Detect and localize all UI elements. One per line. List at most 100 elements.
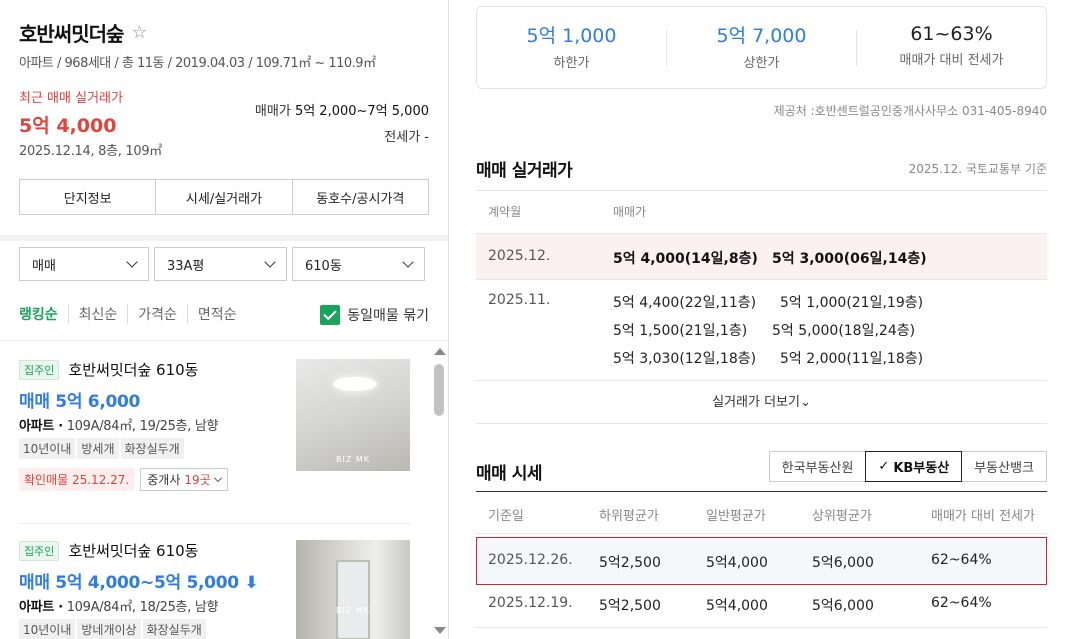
listing-panel: 호반써밋더숲 ☆ 아파트 / 968세대 / 총 11동 / 2019.04.0… [0, 0, 449, 639]
market-row: 2025.12.26. 5억2,500 5억4,000 5억6,000 62~6… [476, 537, 1047, 585]
data-provider: 제공처 :호반센트럴공인중개사사무소 031-405-8940 [773, 104, 1047, 118]
col-header-low: 하위평균가 [599, 509, 659, 524]
base-date: 2025.12.26. [488, 552, 573, 568]
confirmed-badge: 확인매물 25.12.27. [19, 468, 135, 491]
chevron-down-icon [402, 256, 414, 268]
recent-price-label: 최근 매매 실거래가 [19, 91, 123, 106]
complex-tabs: 단지정보 시세/실거래가 동호수/공시가격 [19, 179, 429, 215]
transaction-price: 5억 4,400(22일,11층) [613, 295, 757, 311]
tab-budongsanbank[interactable]: 부동산뱅크 [961, 451, 1047, 482]
complex-info: 아파트 / 968세대 / 총 11동 / 2019.04.03 / 109.7… [19, 56, 376, 71]
avg-price: 5억4,000 [706, 555, 768, 571]
sort-ranking[interactable]: 랭킹순 [19, 304, 69, 324]
trade-type-value: 매매 [32, 258, 56, 274]
listing-item[interactable]: 집주인 호반써밋더숲 610동 매매 5억 6,000 아파트 · 109A/8… [19, 359, 411, 509]
more-label: 실거래가 더보기 [712, 395, 800, 410]
divider [476, 491, 1047, 492]
window [336, 560, 370, 639]
photo-watermark: BIZ MK [335, 455, 371, 464]
listing-item[interactable]: 집주인 호반써밋더숲 610동 매매 5억 4,000~5억 5,000 ⬇ 아… [19, 540, 411, 639]
group-same-listings[interactable]: 동일매물 묶기 [320, 305, 429, 325]
transaction-price: 5억 3,000(06일,14층) [772, 251, 927, 267]
col-header-high: 상위평균가 [812, 509, 872, 524]
tag: 10년이내 [19, 438, 76, 459]
source-tabs: 한국부동산원 KB부동산 부동산뱅크 [768, 451, 1047, 482]
transaction-row: 2025.11. 5억 4,400(22일,11층) 5억 1,000(21일,… [476, 280, 1047, 380]
spec-detail: 109A/84㎡, 18/25층, 남향 [66, 600, 219, 615]
listing-photo[interactable]: BIZ MK [296, 540, 410, 639]
recent-price: 5억 4,000 [19, 115, 117, 137]
sort-options: 랭킹순 최신순 가격순 면적순 [19, 304, 247, 324]
area-select[interactable]: 33A평 [154, 247, 287, 281]
high-price-label: 상한가 [743, 55, 780, 71]
price-range: 매매 5억 4,000~5억 5,000 [19, 573, 239, 593]
sort-price[interactable]: 가격순 [128, 304, 188, 324]
base-date: 2025.12.19. [488, 595, 573, 611]
listing-spec: 아파트 · 109A/84㎡, 18/25층, 남향 [19, 596, 219, 615]
spec-detail: 109A/84㎡, 19/25층, 남향 [66, 419, 219, 434]
tab-market-price[interactable]: 시세/실거래가 [156, 180, 293, 214]
high-avg-price: 5억6,000 [812, 598, 874, 614]
listing-footer: 확인매물 25.12.27. 중개사 19곳 [19, 468, 228, 491]
section-title: 매매 실거래가 [476, 161, 573, 181]
chevron-down-icon [126, 256, 138, 268]
star-icon[interactable]: ☆ [131, 22, 147, 43]
tab-complex-info[interactable]: 단지정보 [20, 180, 157, 214]
col-header-avg: 일반평균가 [706, 509, 766, 524]
chevron-down-icon: ⌄ [799, 395, 811, 410]
high-price-col: 5억 7,000 상한가 [667, 25, 857, 71]
chevron-down-icon [213, 473, 222, 483]
col-header-month: 계약월 [488, 205, 522, 219]
group-label: 동일매물 묶기 [347, 308, 429, 324]
tab-unit-public-price[interactable]: 동호수/공시가격 [293, 180, 428, 214]
source-note: 2025.12. 국토교통부 기준 [908, 162, 1047, 176]
complex-name: 호반써밋더숲 [19, 22, 124, 46]
divider [0, 340, 448, 341]
trade-range: 5억 2,000~7억 5,000 [294, 104, 429, 119]
agent-label: 중개사 [147, 473, 181, 487]
jeonse-price: 전세가 - [384, 130, 429, 145]
col-header-date: 기준일 [488, 509, 524, 524]
recent-date: 2025.12.14, 8층, 109㎡ [19, 144, 163, 159]
tag: 화장실두개 [120, 438, 184, 459]
high-avg-price: 5억6,000 [812, 555, 874, 571]
transaction-price: 5억 1,500(21일,1층) [613, 323, 748, 339]
trade-label: 매매가 [254, 104, 291, 119]
scroll-thumb[interactable] [434, 364, 444, 416]
checkbox-checked-icon[interactable] [320, 305, 341, 325]
trade-type-select[interactable]: 매매 [19, 247, 149, 281]
transaction-price: 5억 4,000(14일,8층) [613, 251, 758, 267]
down-arrow-icon: ⬇ [244, 573, 259, 593]
tab-kb[interactable]: KB부동산 [865, 451, 963, 482]
building-select[interactable]: 610동 [292, 247, 425, 281]
listing-photo[interactable]: BIZ MK [296, 359, 410, 471]
low-price-label: 하한가 [553, 55, 590, 71]
scroll-up-arrow-icon[interactable] [434, 348, 446, 355]
price-summary: 5억 1,000 하한가 5억 7,000 상한가 61~63% 매매가 대비 … [476, 6, 1047, 89]
low-price-col: 5억 1,000 하한가 [477, 25, 667, 71]
jeonse-ratio: 62~64% [931, 595, 992, 611]
trade-price-range: 매매가 5억 2,000~7억 5,000 [255, 100, 429, 119]
divider [476, 423, 1047, 424]
sort-latest[interactable]: 최신순 [69, 304, 129, 324]
agent-dropdown[interactable]: 중개사 19곳 [140, 468, 228, 491]
tab-kab[interactable]: 한국부동산원 [768, 451, 867, 482]
more-transactions-button[interactable]: 실거래가 더보기⌄ [476, 391, 1047, 410]
col-header-price: 매매가 [613, 205, 647, 219]
low-avg-price: 5억2,500 [599, 598, 661, 614]
low-avg-price: 5억2,500 [599, 555, 661, 571]
ceiling-light [333, 377, 377, 391]
scroll-down-arrow-icon[interactable] [434, 627, 446, 634]
low-price-value: 5억 1,000 [526, 24, 617, 47]
listing-title: 호반써밋더숲 610동 [68, 361, 199, 379]
divider [476, 533, 1047, 534]
jeonse-ratio-col: 61~63% 매매가 대비 전세가 [857, 23, 1046, 68]
section-title: 매매 시세 [476, 464, 542, 484]
feature-tags: 10년이내 방세개 화장실두개 [19, 438, 184, 459]
divider [0, 235, 448, 241]
divider [19, 523, 411, 524]
list-scrollbar[interactable] [432, 346, 446, 639]
listing-title: 호반써밋더숲 610동 [68, 542, 199, 560]
listing-price: 매매 5억 4,000~5억 5,000 ⬇ [19, 568, 259, 593]
sort-area[interactable]: 면적순 [188, 304, 247, 324]
